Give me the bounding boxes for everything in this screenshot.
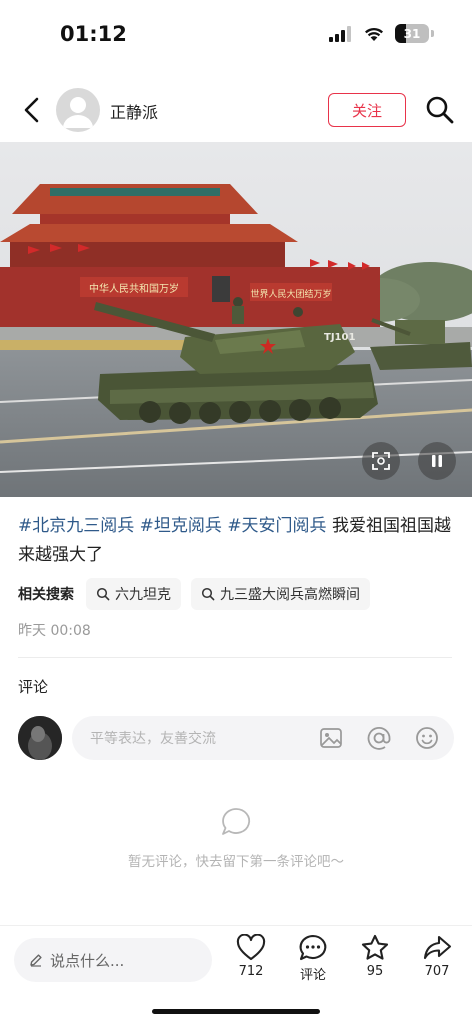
wifi-icon	[365, 27, 383, 41]
default-avatar-icon	[63, 97, 93, 128]
search-icon	[426, 96, 454, 124]
empty-comments-text: 暂无评论，快去留下第一条评论吧～	[128, 854, 344, 870]
gate-banner-right: 世界人民大团结万岁	[250, 288, 331, 300]
gate-banner-left: 中华人民共和国万岁	[89, 282, 179, 295]
mention-icon[interactable]	[366, 725, 392, 751]
bottom-action-bar: 说点什么... 712 评论 95 707	[0, 925, 472, 1024]
hashtag-link[interactable]: #天安门阅兵	[227, 516, 326, 536]
battery-level: 31	[403, 26, 421, 41]
tank-number: TJ101	[324, 332, 355, 343]
post-timestamp: 昨天 00:08	[18, 623, 91, 639]
related-search-text: 九三盛大阅兵高燃瞬间	[220, 587, 360, 603]
user-avatar-image	[18, 716, 62, 760]
share-arrow-icon	[423, 935, 452, 960]
comment-button[interactable]: 评论	[288, 934, 338, 983]
post-header: 正静派 关注	[0, 80, 472, 140]
star-icon	[361, 934, 389, 960]
pause-button[interactable]	[418, 442, 456, 480]
battery-cap	[431, 30, 434, 37]
status-time: 01:12	[60, 22, 127, 46]
screenshot-button[interactable]	[362, 442, 400, 480]
favorite-button[interactable]: 95	[350, 934, 400, 979]
quick-comment-placeholder: 说点什么...	[50, 952, 125, 970]
heart-icon	[236, 934, 266, 961]
favorite-count: 95	[366, 964, 384, 979]
comment-label: 评论	[299, 968, 326, 983]
related-searches: 相关搜索 六九坦克 九三盛大阅兵高燃瞬间	[18, 578, 380, 610]
emoji-icon[interactable]	[414, 725, 440, 751]
author-avatar[interactable]	[56, 88, 100, 132]
related-search-chip[interactable]: 九三盛大阅兵高燃瞬间	[191, 578, 370, 610]
search-icon	[201, 587, 215, 601]
comment-input[interactable]: 平等表达，友善交流	[72, 716, 454, 760]
related-search-chip[interactable]: 六九坦克	[86, 578, 181, 610]
related-search-text: 六九坦克	[115, 587, 171, 603]
like-button[interactable]: 712	[226, 934, 276, 979]
post-caption: #北京九三阅兵 #坦克阅兵 #天安门阅兵 我爱祖国祖国越来越强大了	[18, 512, 458, 570]
author-name[interactable]: 正静派	[110, 99, 158, 123]
battery-icon: 31	[395, 24, 429, 43]
back-button[interactable]	[18, 94, 46, 126]
like-count: 712	[238, 964, 264, 979]
comment-bubble-icon	[299, 934, 327, 961]
pause-icon	[432, 455, 442, 467]
share-button[interactable]: 707	[412, 934, 462, 979]
search-icon	[96, 587, 110, 601]
divider	[18, 657, 452, 658]
comments-title: 评论	[18, 678, 49, 696]
parade-tank-image: 中华人民共和国万岁 世界人民大团结万岁 TJ101	[0, 142, 472, 497]
search-button[interactable]	[424, 94, 456, 126]
pencil-icon	[30, 954, 42, 967]
follow-button[interactable]: 关注	[328, 93, 406, 127]
home-indicator	[152, 1009, 320, 1014]
comment-input-placeholder: 平等表达，友善交流	[90, 731, 216, 747]
related-searches-label: 相关搜索	[18, 587, 74, 603]
scan-frame-icon	[372, 452, 390, 470]
chevron-left-icon	[24, 97, 39, 123]
hashtag-link[interactable]: #北京九三阅兵	[18, 516, 134, 536]
video-player[interactable]: 中华人民共和国万岁 世界人民大团结万岁 TJ101	[0, 142, 472, 497]
quick-comment-input[interactable]: 说点什么...	[14, 938, 212, 982]
share-count: 707	[424, 964, 450, 979]
status-icons: 31	[329, 24, 434, 43]
image-icon[interactable]	[318, 725, 344, 751]
signal-icon	[329, 25, 351, 42]
hashtag-link[interactable]: #坦克阅兵	[140, 516, 222, 536]
my-avatar	[18, 716, 62, 760]
status-bar: 01:12 31	[0, 0, 472, 70]
empty-comment-icon	[222, 808, 251, 835]
